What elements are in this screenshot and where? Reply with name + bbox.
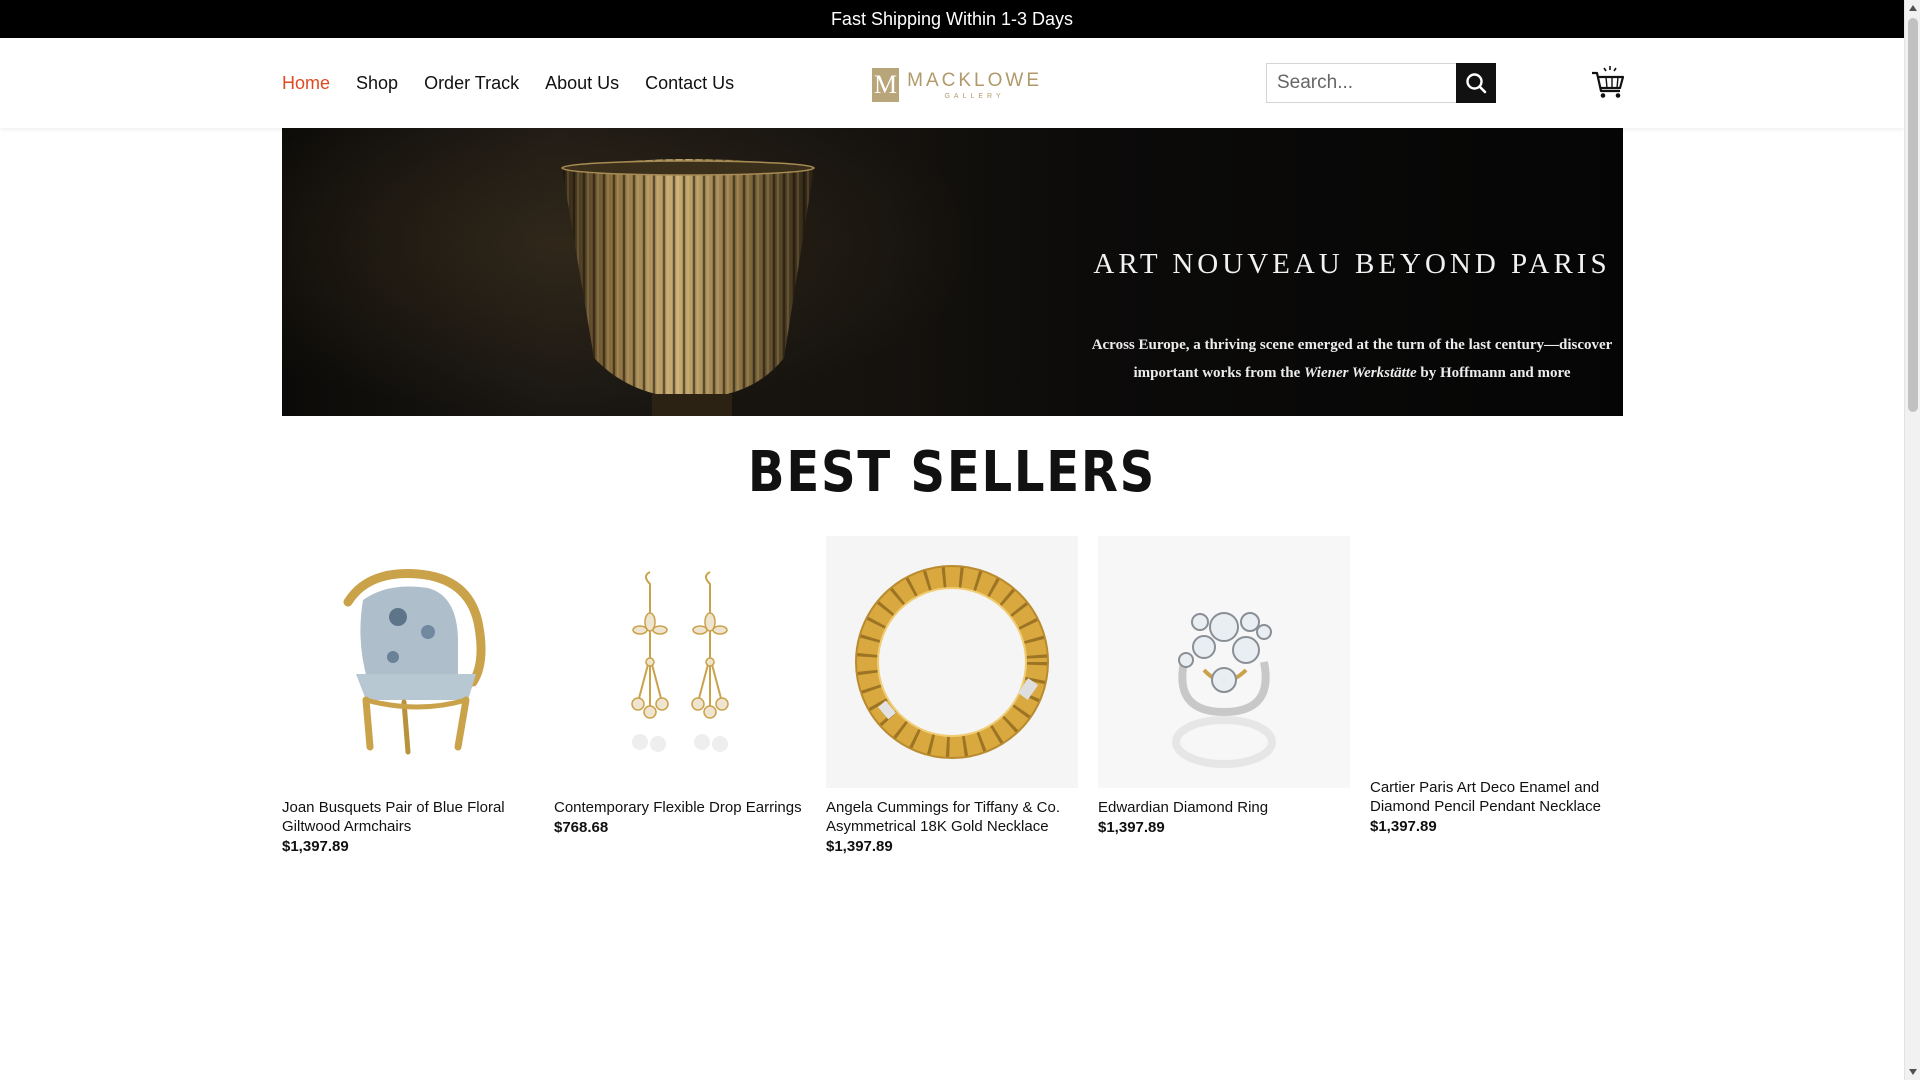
product-price: $1,397.89 — [826, 838, 893, 855]
nav-order-track[interactable]: Order Track — [424, 73, 519, 94]
product-price: $1,397.89 — [1370, 818, 1437, 835]
cart-button[interactable] — [1590, 64, 1626, 100]
nav-shop[interactable]: Shop — [356, 73, 398, 94]
triangle-down-icon — [1909, 1069, 1917, 1075]
site-logo[interactable]: M MACKLOWE GALLERY — [872, 66, 1042, 104]
product-image[interactable] — [554, 536, 806, 788]
nav-contact-us[interactable]: Contact Us — [645, 73, 734, 94]
ring-image — [1172, 612, 1276, 768]
hero-banner[interactable]: ART NOUVEAU BEYOND PARIS Across Europe, … — [282, 128, 1623, 416]
triangle-up-icon — [1909, 5, 1917, 11]
nav-home[interactable]: Home — [282, 73, 330, 94]
scroll-up-button[interactable] — [1905, 0, 1920, 16]
product-image[interactable] — [826, 536, 1078, 788]
product-image[interactable] — [282, 536, 534, 788]
product-card[interactable]: Angela Cummings for Tiffany & Co. Asymme… — [826, 536, 1078, 855]
product-card[interactable]: Edwardian Diamond Ring $1,397.89 — [1098, 536, 1350, 836]
vase-image — [561, 159, 815, 416]
nav-about-us[interactable]: About Us — [545, 73, 619, 94]
product-card[interactable]: Joan Busquets Pair of Blue Floral Giltwo… — [282, 536, 534, 855]
search-button[interactable] — [1456, 63, 1496, 103]
announcement-bar: Fast Shipping Within 1-3 Days — [0, 0, 1904, 38]
product-price: $1,397.89 — [282, 838, 349, 855]
logo-text: MACKLOWE GALLERY — [907, 71, 1042, 100]
necklace-image — [855, 565, 1049, 759]
search-input[interactable] — [1266, 63, 1456, 103]
product-name[interactable]: Edwardian Diamond Ring — [1098, 798, 1350, 817]
earrings-image — [631, 571, 729, 752]
banner-title: ART NOUVEAU BEYOND PARIS — [1093, 248, 1611, 280]
best-sellers-heading: BEST SELLERS — [747, 440, 1157, 505]
announcement-text: Fast Shipping Within 1-3 Days — [830, 8, 1074, 29]
product-name[interactable]: Angela Cummings for Tiffany & Co. Asymme… — [826, 798, 1078, 836]
scroll-thumb[interactable] — [1908, 18, 1918, 412]
scroll-down-button[interactable] — [1905, 1064, 1920, 1080]
page-scrollbar[interactable] — [1904, 0, 1920, 1080]
product-name[interactable]: Cartier Paris Art Deco Enamel and Diamon… — [1370, 778, 1622, 816]
logo-subtitle: GALLERY — [944, 92, 1005, 100]
product-name[interactable]: Joan Busquets Pair of Blue Floral Giltwo… — [282, 798, 534, 836]
banner-text: Across Europe, a thriving scene emerged … — [1082, 331, 1622, 387]
banner-text-part: by Hoffmann and more — [1416, 365, 1571, 381]
logo-name: MACKLOWE — [907, 69, 1042, 91]
product-price: $1,397.89 — [1098, 819, 1165, 836]
product-card[interactable]: Cartier Paris Art Deco Enamel and Diamon… — [1370, 536, 1622, 835]
main-nav: Home Shop Order Track About Us Contact U… — [282, 38, 734, 128]
search-form — [1266, 63, 1496, 103]
logo-mark: M — [872, 68, 900, 102]
product-price: $768.68 — [554, 819, 609, 836]
search-icon — [1466, 73, 1487, 94]
product-image[interactable] — [1098, 536, 1350, 788]
banner-text-emphasis: Wiener Werkstätte — [1304, 365, 1417, 381]
product-image[interactable] — [1370, 536, 1622, 768]
product-card[interactable]: Contemporary Flexible Drop Earrings $768… — [554, 536, 806, 836]
cart-icon — [1592, 66, 1625, 98]
armchair-image — [343, 569, 486, 755]
site-header: Home Shop Order Track About Us Contact U… — [0, 38, 1904, 128]
product-name[interactable]: Contemporary Flexible Drop Earrings — [554, 798, 806, 817]
